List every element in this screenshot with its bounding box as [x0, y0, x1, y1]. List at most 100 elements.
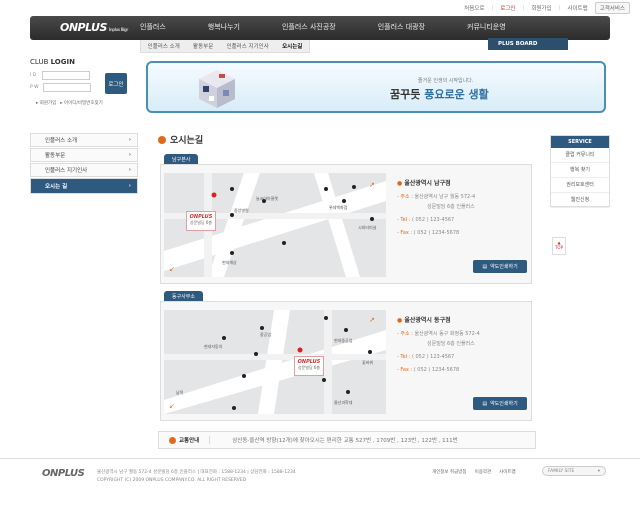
transit-label: 교통안내	[159, 436, 211, 444]
location-pin-label: ONPLUS 성문빌딩 6층	[186, 211, 216, 231]
branch-tab-nam: 남구본사	[164, 154, 199, 164]
footer-copyright: COPYRIGHT (C) 2009 ONPLUS COMPANY.CO. AL…	[97, 478, 247, 483]
divider: |	[491, 5, 494, 11]
join-link-small[interactable]: ▸ 회원가입	[36, 100, 56, 106]
print-map-button[interactable]: ▤ 약도인쇄하기	[473, 260, 527, 273]
sub-menu: 인플러스 소개 활동부문 인플러스 지기인사 오시는길	[140, 40, 310, 53]
print-map-button[interactable]: ▤ 약도인쇄하기	[473, 397, 527, 410]
menu-item-community[interactable]: 커뮤니티운영	[467, 22, 506, 32]
plus-board-button[interactable]: PLUS BOARD	[488, 38, 568, 50]
service-title: SERVICE	[551, 136, 609, 148]
poi-label: 시외터미널	[358, 225, 377, 230]
page-title: 오시는길	[158, 133, 203, 146]
chevron-right-icon: ›	[128, 183, 131, 189]
address-line2: 성문빌딩 6층 인플러스	[427, 204, 475, 210]
poi-label: 중공업	[260, 332, 272, 337]
logo-sub: Inplus Bigr	[108, 27, 128, 32]
id-input[interactable]	[42, 71, 91, 80]
join-link[interactable]: 회원가입	[527, 3, 555, 13]
submenu-directions[interactable]: 오시는길	[282, 42, 302, 50]
terms-link[interactable]: 이용약관	[475, 469, 492, 475]
side-item-directions[interactable]: 오시는 길 ›	[30, 178, 138, 194]
chevron-right-icon: ›	[128, 167, 131, 173]
name-text: 남구점	[434, 180, 451, 187]
print-label: 약도인쇄하기	[490, 264, 518, 270]
service-item-club[interactable]: 클럽 커뮤니티	[551, 148, 609, 163]
login-link[interactable]: 로그인	[496, 3, 519, 13]
family-site-select[interactable]: FAMILY SITE ▾	[542, 466, 606, 476]
banner-title-a: 꿈꾸듯	[390, 88, 425, 101]
footer-logo: ONPLUS	[42, 468, 85, 479]
branch-info: ● 울산광역시 남구점 - 주소 : 울산광역시 남구 월동 572-4 성문빌…	[397, 179, 475, 238]
menu-item-inplus[interactable]: 인플러스	[140, 22, 166, 32]
poi-label: 중앙병원	[234, 208, 249, 213]
login-button[interactable]: 로그인	[105, 73, 127, 94]
tel-value: ( 052 ) 123-4567	[411, 217, 455, 223]
side-item-intro[interactable]: 인플러스 소개 ›	[30, 133, 138, 147]
login-title-b: LOGIN	[50, 58, 75, 66]
top-button[interactable]: ▲ TOP	[552, 237, 566, 255]
home-link[interactable]: 처음으로	[460, 3, 488, 13]
transit-bullet-icon	[169, 436, 176, 444]
banner-subtitle: 즐거운 인생의 시작입니다.	[418, 78, 474, 84]
menu-item-photo[interactable]: 인플러스 사진공장	[282, 22, 336, 32]
main-menu: 인플러스 행복나누기 인플러스 사진공장 인플러스 대광장 커뮤니티운영	[140, 22, 548, 32]
tel: - Tel : ( 052 ) 123-4567	[397, 215, 475, 225]
menu-item-happy[interactable]: 행복나누기	[208, 22, 240, 32]
poi-label: 현대중공업	[334, 338, 353, 343]
address-line2: 성문빌딩 6층 인플러스	[427, 341, 475, 347]
service-item-rights[interactable]: 권리보호센터	[551, 178, 609, 193]
svg-text:↙: ↙	[169, 265, 175, 273]
side-label: 인플러스 지기인사	[45, 168, 88, 174]
branch-name: ● 울산광역시 남구점	[397, 179, 475, 189]
fax-label: Fax :	[400, 230, 413, 236]
pin-icon: ●	[397, 317, 403, 324]
service-item-happy[interactable]: 행복 찾기	[551, 163, 609, 178]
logo-text: ONPLUS	[60, 21, 107, 34]
transit-label-text: 교통안내	[179, 438, 200, 444]
branch-panel-nam: ↙ ↗ ONPLUS 성문빌딩 6층 늘코아아울렛 중앙병원 롯데백화점 시외터미…	[160, 164, 532, 284]
privacy-link[interactable]: 개인정보 취급방침	[432, 469, 467, 475]
side-label: 오시는 길	[45, 184, 68, 190]
poi-label: 현대해상	[222, 260, 237, 265]
password-input[interactable]	[42, 83, 91, 92]
address-label: 주소 :	[400, 331, 413, 337]
fax-value: ( 052 ) 1234-5678	[413, 230, 460, 236]
poi-label: 현대자동차	[204, 344, 223, 349]
pin-text: 성문빌딩 6층	[189, 220, 213, 225]
login-title: CLUB LOGIN	[30, 58, 135, 66]
sitemap-footer-link[interactable]: 사이트맵	[499, 469, 516, 475]
poi-label: 늘코아아울렛	[256, 196, 279, 201]
submenu-intro[interactable]: 인플러스 소개	[148, 42, 180, 50]
submenu-activity[interactable]: 활동부문	[193, 42, 213, 50]
find-account-link[interactable]: ▸ 아이디/비밀번호찾기	[60, 100, 102, 106]
svg-text:↗: ↗	[369, 181, 375, 189]
banner-title-b: 풍요로운 생활	[424, 88, 489, 101]
customer-service-button[interactable]: 고객서비스	[594, 2, 630, 14]
side-item-greeting[interactable]: 인플러스 지기인사 ›	[30, 163, 138, 177]
side-item-activity[interactable]: 활동부문 ›	[30, 148, 138, 162]
svg-text:↗: ↗	[369, 316, 375, 324]
tel-label: Tel :	[400, 217, 411, 223]
sitemap-link[interactable]: 사이트맵	[563, 3, 591, 13]
branch-map[interactable]: ↙ ↗ ONPLUS 성문빌딩 6층 늘코아아울렛 중앙병원 롯데백화점 시외터미…	[164, 173, 386, 277]
chevron-right-icon: ›	[128, 137, 131, 143]
branch-panel-dong: ↙ ↗ ONPLUS 성문빌딩 6층 중공업 현대중공업 현대자동차 남목 꽃바위…	[160, 301, 532, 421]
branch-name: ● 울산광역시 동구점	[397, 316, 480, 326]
tel-value: ( 052 ) 123-4567	[411, 354, 455, 360]
top-label: TOP	[554, 245, 563, 250]
site-logo[interactable]: ONPLUS Inplus Bigr	[60, 21, 128, 34]
branch-map[interactable]: ↙ ↗ ONPLUS 성문빌딩 6층 중공업 현대중공업 현대자동차 남목 꽃바위…	[164, 310, 386, 414]
submenu-greeting[interactable]: 인플러스 지기인사	[227, 42, 269, 50]
utility-nav: 처음으로 | 로그인 | 회원가입 | 사이트맵 고객서비스	[460, 2, 630, 14]
service-item-webzine[interactable]: 웹진신청	[551, 193, 609, 208]
service-box: SERVICE 클럽 커뮤니티 행복 찾기 권리보호센터 웹진신청	[550, 135, 610, 208]
branch-tab-dong: 동구사무소	[164, 291, 204, 301]
banner-title: 꿈꾸듯 풍요로운 생활	[390, 86, 489, 102]
chevron-down-icon: ▾	[597, 468, 600, 474]
print-label: 약도인쇄하기	[490, 401, 518, 407]
pin-icon: ●	[397, 180, 403, 187]
menu-item-plaza[interactable]: 인플러스 대광장	[378, 22, 425, 32]
family-label: FAMILY SITE	[548, 468, 575, 474]
branch-tab-label: 남구본사	[164, 154, 199, 164]
